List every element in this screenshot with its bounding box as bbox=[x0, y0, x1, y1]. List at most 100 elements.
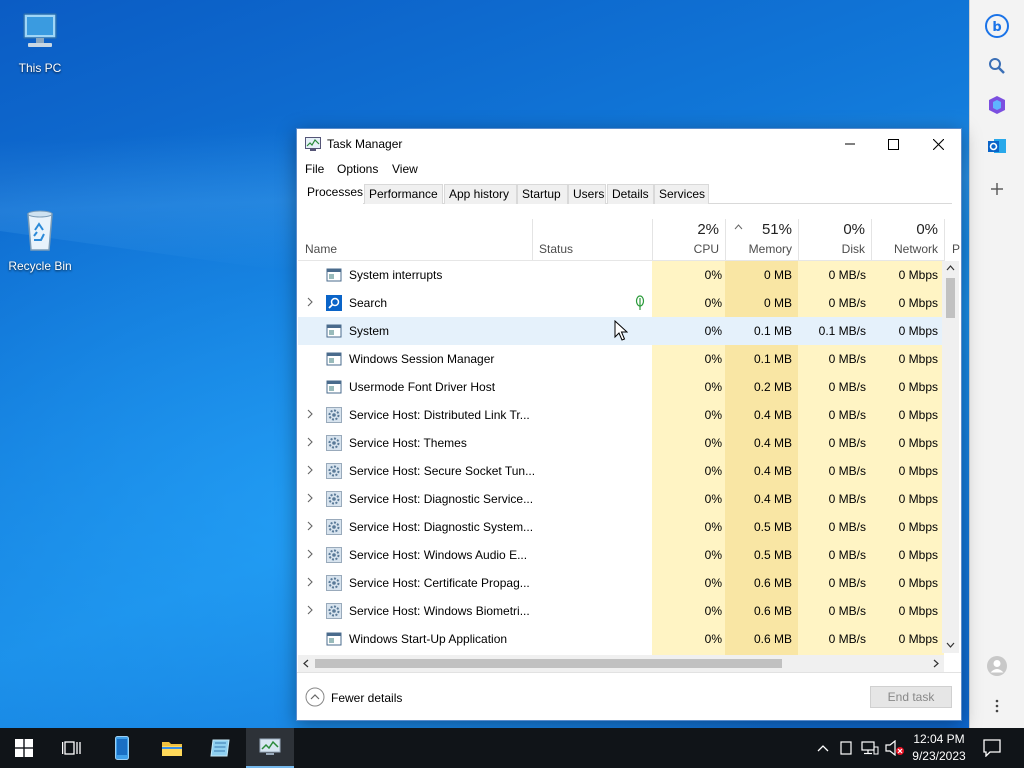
task-view-button[interactable] bbox=[48, 728, 96, 768]
window-icon bbox=[326, 631, 342, 647]
network-value: 0 Mbps bbox=[898, 380, 938, 394]
table-row[interactable]: Service Host: Themes 0% 0.4 MB 0 MB/s 0 Mbps bbox=[298, 429, 945, 457]
name-column-header[interactable]: Name bbox=[298, 219, 532, 261]
tab-startup[interactable]: Startup bbox=[517, 184, 568, 204]
chevron-right-icon[interactable] bbox=[306, 297, 314, 307]
horizontal-scrollbar[interactable] bbox=[298, 655, 944, 672]
chevron-right-icon[interactable] bbox=[306, 465, 314, 475]
process-name: Usermode Font Driver Host bbox=[349, 380, 496, 394]
table-row[interactable]: System interrupts 0% 0 MB 0 MB/s 0 Mbps bbox=[298, 261, 945, 289]
tablet-icon bbox=[840, 741, 852, 755]
chevron-right-icon[interactable] bbox=[306, 549, 314, 559]
phone-app-icon bbox=[115, 736, 129, 760]
memory-value: 0 MB bbox=[763, 268, 792, 282]
fewer-details-toggle[interactable] bbox=[305, 687, 325, 710]
memory-value: 0.2 MB bbox=[753, 380, 792, 394]
cpu-header-label: CPU bbox=[693, 242, 719, 256]
status-column-header[interactable]: Status bbox=[533, 219, 652, 261]
chevron-right-icon[interactable] bbox=[306, 605, 314, 615]
table-row[interactable]: Service Host: Diagnostic Service... 0% 0.4… bbox=[298, 485, 945, 513]
vertical-scroll-thumb[interactable] bbox=[946, 278, 955, 318]
taskbar-app-notepad[interactable] bbox=[196, 728, 244, 768]
add-sidebar-app-button[interactable] bbox=[983, 175, 1011, 203]
mouse-cursor-icon bbox=[614, 320, 628, 341]
chevron-right-icon[interactable] bbox=[306, 437, 314, 447]
taskbar-clock[interactable]: 12:04 PM 9/23/2023 bbox=[904, 731, 974, 765]
scroll-up-icon[interactable] bbox=[946, 265, 955, 271]
network-value: 0 Mbps bbox=[898, 604, 938, 618]
tray-tablet-button[interactable] bbox=[836, 728, 856, 768]
sidebar-more-button[interactable] bbox=[983, 692, 1011, 720]
end-task-button[interactable]: End task bbox=[870, 686, 952, 708]
network-total: 0% bbox=[916, 221, 938, 238]
process-name: System bbox=[349, 324, 390, 338]
recycle-bin-desktop-icon[interactable]: Recycle Bin bbox=[0, 206, 80, 273]
chevron-right-icon[interactable] bbox=[306, 521, 314, 531]
office-button[interactable] bbox=[983, 91, 1011, 119]
tab-users[interactable]: Users bbox=[568, 184, 606, 204]
memory-column-header[interactable]: 51% Memory bbox=[726, 219, 798, 261]
minimize-button[interactable] bbox=[827, 129, 873, 159]
cpu-value: 0% bbox=[704, 632, 722, 646]
disk-value: 0 MB/s bbox=[828, 268, 866, 282]
tab-app-history[interactable]: App history bbox=[444, 184, 517, 204]
chevron-right-icon[interactable] bbox=[306, 493, 314, 503]
memory-value: 0.4 MB bbox=[753, 492, 792, 506]
sidebar-search-button[interactable] bbox=[983, 52, 1011, 80]
scroll-left-icon[interactable] bbox=[303, 659, 309, 668]
tab-processes[interactable]: Processes bbox=[302, 182, 363, 205]
profile-button[interactable] bbox=[983, 652, 1011, 680]
table-row[interactable]: Windows Start-Up Application 0% 0.6 MB 0 MB… bbox=[298, 625, 945, 653]
chevron-right-icon[interactable] bbox=[306, 409, 314, 419]
action-center-button[interactable] bbox=[978, 728, 1006, 768]
memory-value: 0.1 MB bbox=[753, 324, 792, 338]
cpu-value: 0% bbox=[704, 604, 722, 618]
title-bar[interactable]: Task Manager bbox=[297, 129, 961, 159]
maximize-button[interactable] bbox=[870, 129, 916, 159]
tab-performance[interactable]: Performance bbox=[364, 184, 443, 204]
close-button[interactable] bbox=[915, 129, 961, 159]
cpu-column-header[interactable]: 2% CPU bbox=[653, 219, 725, 261]
disk-column-header[interactable]: 0% Disk bbox=[799, 219, 871, 261]
close-icon bbox=[932, 138, 944, 150]
outlook-button[interactable] bbox=[983, 132, 1011, 160]
fewer-details-link[interactable]: Fewer details bbox=[331, 691, 402, 705]
table-row[interactable]: Service Host: Diagnostic System... 0% 0.5 … bbox=[298, 513, 945, 541]
show-hidden-icons-button[interactable] bbox=[813, 728, 833, 768]
table-row[interactable]: Windows Session Manager 0% 0.1 MB 0 MB/s 0 M… bbox=[298, 345, 945, 373]
tray-network-button[interactable] bbox=[859, 728, 881, 768]
table-row[interactable]: Service Host: Windows Biometri... 0% 0.6 M… bbox=[298, 597, 945, 625]
this-pc-desktop-icon[interactable]: This PC bbox=[0, 8, 80, 75]
network-column-header[interactable]: 0% Network bbox=[872, 219, 944, 261]
tab-details[interactable]: Details bbox=[607, 184, 654, 204]
table-row[interactable]: Service Host: Secure Socket Tun... 0% 0.4 … bbox=[298, 457, 945, 485]
horizontal-scroll-thumb[interactable] bbox=[315, 659, 782, 668]
disk-value: 0 MB/s bbox=[828, 352, 866, 366]
chevron-right-icon[interactable] bbox=[306, 577, 314, 587]
bing-button[interactable]: b bbox=[983, 12, 1011, 40]
table-row[interactable]: Service Host: Certificate Propag... 0% 0.6… bbox=[298, 569, 945, 597]
minimize-icon bbox=[845, 143, 855, 145]
table-row[interactable]: Usermode Font Driver Host 0% 0.2 MB 0 MB/s 0… bbox=[298, 373, 945, 401]
menu-file[interactable]: File bbox=[305, 162, 324, 176]
table-row[interactable]: Search 0% 0 MB 0 MB/s 0 Mbps bbox=[298, 289, 945, 317]
start-button[interactable] bbox=[0, 728, 48, 768]
task-manager-window: Task Manager File Options View Processes… bbox=[296, 128, 962, 721]
scroll-right-icon[interactable] bbox=[933, 659, 939, 668]
network-value: 0 Mbps bbox=[898, 464, 938, 478]
menu-view[interactable]: View bbox=[392, 162, 418, 176]
gear-icon bbox=[326, 547, 342, 563]
table-row[interactable]: Service Host: Distributed Link Tr... 0% 0.… bbox=[298, 401, 945, 429]
tab-services[interactable]: Services bbox=[654, 184, 709, 204]
taskbar-app-phone[interactable] bbox=[98, 728, 146, 768]
taskbar-task-manager[interactable] bbox=[246, 728, 294, 768]
menu-options[interactable]: Options bbox=[337, 162, 378, 176]
taskbar-file-explorer[interactable] bbox=[148, 728, 196, 768]
vertical-scrollbar[interactable] bbox=[942, 261, 959, 653]
power-column-header-partial[interactable]: P bbox=[945, 219, 960, 261]
tray-volume-button[interactable] bbox=[884, 728, 906, 768]
cpu-value: 0% bbox=[704, 436, 722, 450]
taskbar: 12:04 PM 9/23/2023 bbox=[0, 728, 1024, 768]
table-row[interactable]: Service Host: Windows Audio E... 0% 0.5 MB… bbox=[298, 541, 945, 569]
scroll-down-icon[interactable] bbox=[946, 642, 955, 648]
